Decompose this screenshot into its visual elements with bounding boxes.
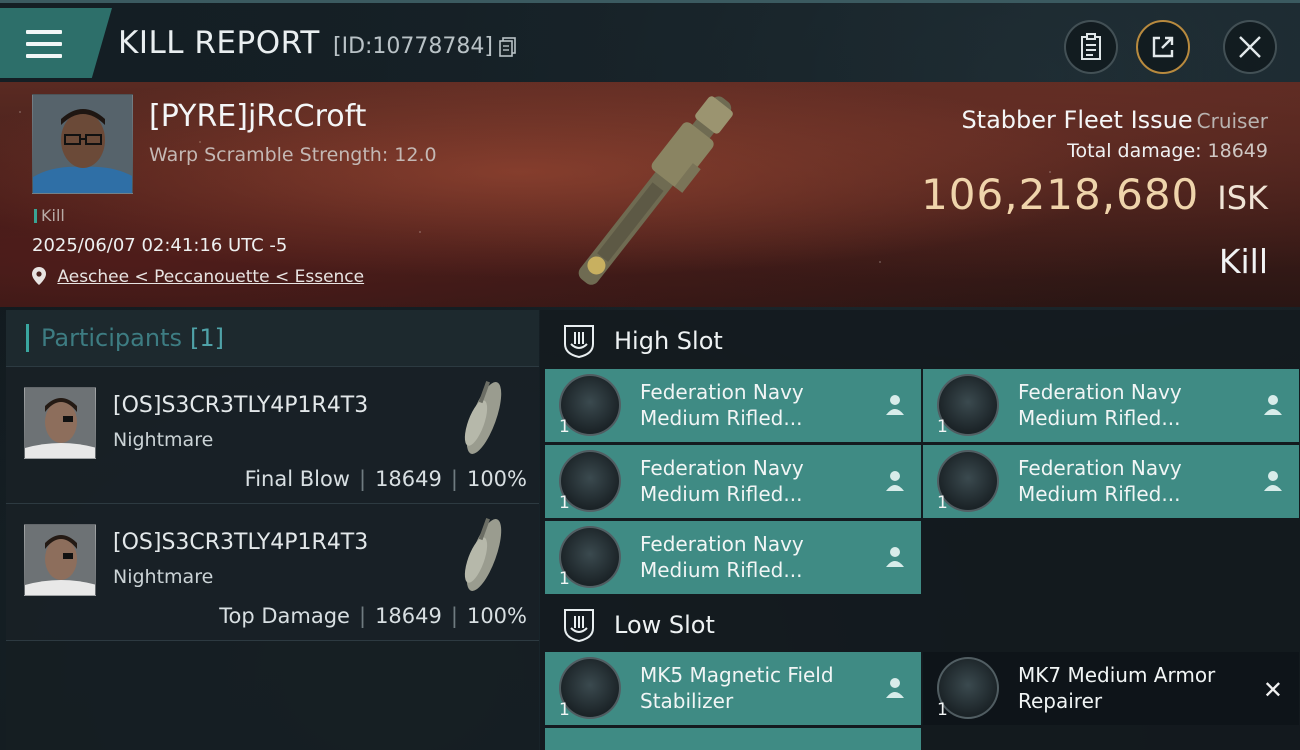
high-slot-module[interactable]: 1 Federation Navy Medium Rifled... [923, 445, 1299, 518]
share-button[interactable] [1136, 20, 1190, 74]
participant-ship-image [464, 381, 502, 454]
person-icon[interactable] [885, 393, 905, 417]
pilot-avatar-image [33, 95, 132, 193]
kill-datetime: 2025/06/07 02:41:16 UTC -5 [32, 235, 288, 256]
victim-ship-name[interactable]: Stabber Fleet Issue Cruiser [961, 106, 1268, 134]
participant-row[interactable]: [OS]S3CR3TLY4P1R4T3 Nightmare Top Damage… [6, 504, 539, 641]
scramble-strength: Warp Scramble Strength: 12.0 [149, 144, 437, 166]
participant-ship: Nightmare [113, 566, 214, 588]
header-bar: KILL REPORT [ID:10778784] [0, 0, 1300, 82]
close-button[interactable] [1223, 20, 1277, 74]
clipboard-icon [1081, 33, 1101, 60]
participant-avatar[interactable] [24, 387, 96, 459]
person-icon[interactable] [1263, 469, 1283, 493]
isk-value: 106,218,680 ISK [921, 170, 1268, 219]
fitting-panel: High Slot 1 Federation Navy Medium Rifled… [540, 310, 1300, 750]
copy-icon[interactable] [499, 37, 517, 57]
kill-location[interactable]: Aeschee < Peccanouette < Essence [32, 267, 364, 287]
destroyed-x-icon: ✕ [1262, 676, 1283, 704]
victim-name[interactable]: [PYRE]jRcCroft [149, 99, 366, 134]
person-icon[interactable] [1263, 393, 1283, 417]
participant-row[interactable]: [OS]S3CR3TLY4P1R4T3 Nightmare Final Blow… [6, 367, 539, 504]
participant-name: [OS]S3CR3TLY4P1R4T3 [113, 393, 369, 418]
person-icon[interactable] [885, 676, 905, 700]
participants-count: [1] [189, 324, 224, 352]
high-slot-module[interactable]: 1 Federation Navy Medium Rifled... [923, 369, 1299, 442]
participants-header[interactable]: Participants [1] [6, 310, 539, 367]
participant-name: [OS]S3CR3TLY4P1R4T3 [113, 530, 369, 555]
low-slot-module[interactable]: 1 MK5 Magnetic Field Stabilizer [545, 652, 921, 725]
menu-button[interactable] [0, 8, 112, 78]
high-slot-module[interactable]: 1 Federation Navy Medium Rifled... [545, 369, 921, 442]
low-slot-module[interactable]: 1 MK7 Medium Armor Repairer ✕ [923, 652, 1299, 725]
total-damage: Total damage: 18649 [1067, 140, 1268, 162]
location-pin-icon [32, 267, 46, 285]
victim-portrait[interactable] [32, 94, 133, 194]
participant-avatar[interactable] [24, 524, 96, 596]
clipboard-button[interactable] [1064, 20, 1118, 74]
participant-stats: Top Damage | 18649 | 100% [219, 604, 527, 628]
person-icon[interactable] [885, 545, 905, 569]
report-id: [ID:10778784] [333, 34, 493, 59]
participant-ship: Nightmare [113, 429, 214, 451]
victim-ship-image [578, 96, 733, 285]
participant-stats: Final Blow | 18649 | 100% [244, 467, 527, 491]
low-slot-module[interactable] [545, 728, 921, 750]
high-slot-header: High Slot [540, 312, 1300, 370]
location-link[interactable]: Aeschee < Peccanouette < Essence [57, 267, 364, 287]
high-slot-shield-icon [564, 325, 594, 358]
participant-ship-image [464, 518, 502, 591]
kill-tag: Kill [34, 206, 65, 225]
high-slot-module[interactable]: 1 Federation Navy Medium Rifled... [545, 445, 921, 518]
result-label: Kill [1218, 242, 1268, 281]
low-slot-shield-icon [564, 609, 594, 642]
person-icon[interactable] [885, 469, 905, 493]
hamburger-icon [26, 30, 62, 58]
close-icon [1239, 36, 1261, 58]
share-icon [1152, 36, 1174, 58]
victim-banner: [PYRE]jRcCroft Warp Scramble Strength: 1… [0, 82, 1300, 307]
high-slot-module[interactable]: 1 Federation Navy Medium Rifled... [545, 521, 921, 594]
page-title: KILL REPORT [118, 25, 320, 61]
participants-panel: Participants [1] [OS]S3CR3TLY4P1R4T3 Nigh… [6, 310, 539, 750]
ship-class: Cruiser [1196, 109, 1268, 133]
low-slot-header: Low Slot [540, 596, 1300, 654]
